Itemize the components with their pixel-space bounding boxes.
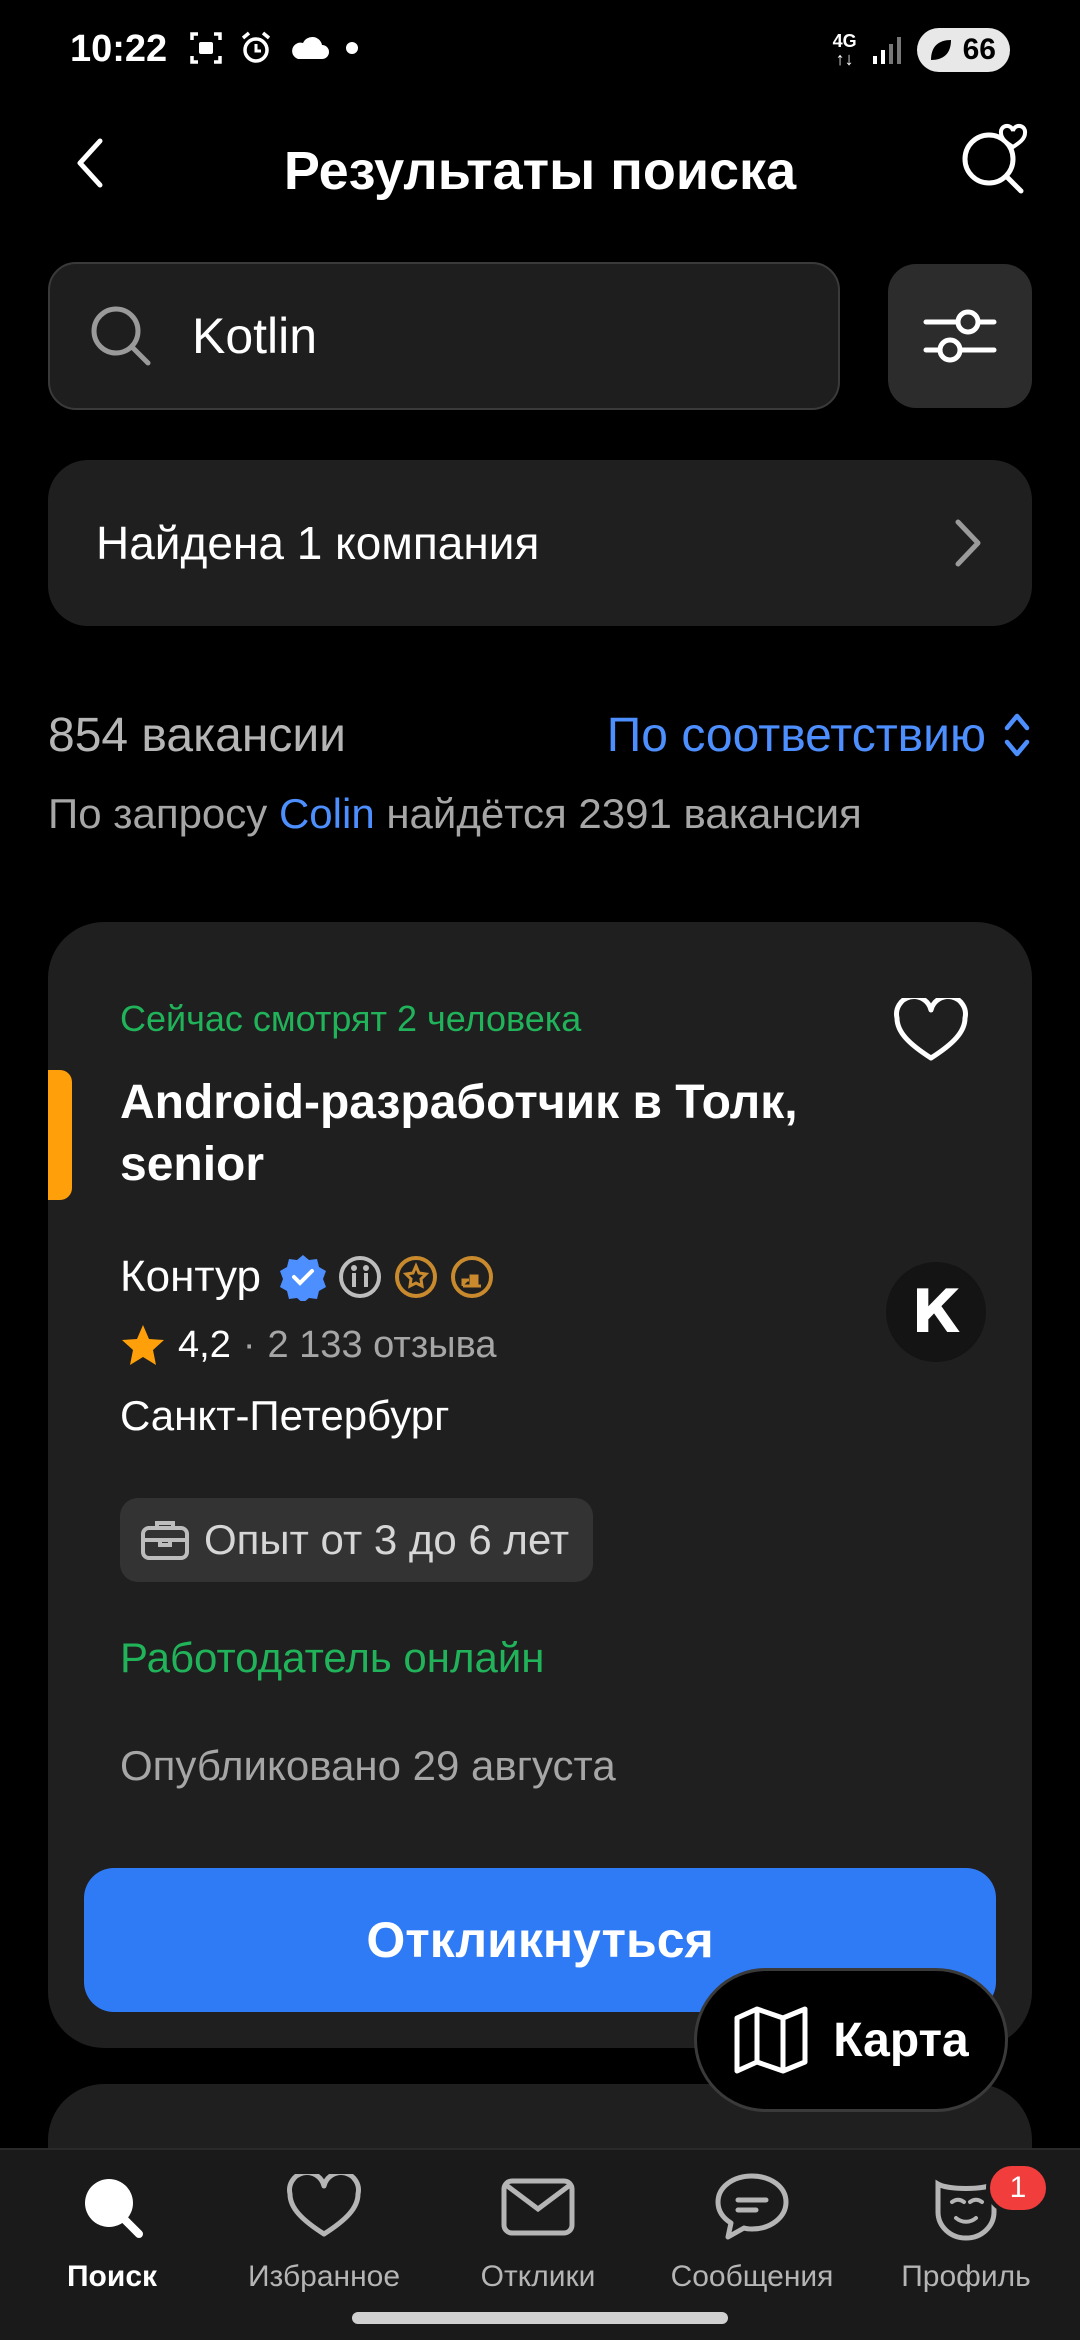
status-notification-icons <box>188 30 360 66</box>
verified-badge-icon <box>280 1255 327 1301</box>
sort-chevrons-icon <box>1004 713 1030 757</box>
vacancy-title[interactable]: Android-разработчик в Толк, senior <box>120 1072 900 1196</box>
query-suggestion: По запросу Colin найдётся 2391 вакансия <box>48 790 862 837</box>
growth-badge-icon <box>451 1256 494 1298</box>
company-name[interactable]: Контур <box>120 1252 261 1302</box>
map-icon <box>734 2006 808 2074</box>
vacancy-count: 854 вакансии <box>48 708 346 762</box>
highlight-stripe <box>48 1070 72 1200</box>
found-companies-label: Найдена 1 компания <box>96 517 540 569</box>
dot-icon <box>346 42 358 54</box>
search-icon <box>85 2179 143 2238</box>
map-label: Карта <box>833 2013 969 2067</box>
briefcase-icon <box>141 1521 189 1560</box>
battery-indicator: 66 <box>916 28 1010 72</box>
home-indicator[interactable] <box>352 2312 728 2324</box>
network-type: 4G ↑↓ <box>832 31 857 69</box>
rating-value: 4,2 <box>178 1323 231 1366</box>
search-icon <box>86 301 166 371</box>
accessibility-badge-icon <box>339 1256 382 1298</box>
star-icon <box>122 1325 164 1365</box>
company-logo: К <box>886 1262 986 1362</box>
app-header: Результаты поиска <box>0 100 1080 230</box>
nav-search[interactable]: Поиск <box>12 2162 212 2312</box>
map-button[interactable]: Карта <box>694 1968 1008 2112</box>
sort-button[interactable]: По соответствию <box>607 708 1032 763</box>
status-time: 10:22 <box>70 28 168 70</box>
sort-label: По соответствию <box>606 708 986 762</box>
nav-favorites[interactable]: Избранное <box>224 2162 424 2312</box>
viewers-count: Сейчас смотрят 2 человека <box>120 998 582 1039</box>
sliders-icon <box>923 309 997 363</box>
chat-icon <box>715 2173 789 2240</box>
envelope-icon <box>501 2178 575 2236</box>
screenshot-icon <box>190 32 222 64</box>
save-search-button[interactable] <box>950 114 1040 204</box>
reviews-count: 2 133 отзыва <box>267 1323 497 1366</box>
alarm-icon <box>241 31 271 63</box>
found-companies-row[interactable]: Найдена 1 компания <box>48 460 1032 626</box>
battery-saver-leaf-icon <box>930 40 951 60</box>
vacancy-card[interactable]: Сейчас смотрят 2 человека Android-разраб… <box>48 922 1032 2048</box>
employer-online-status: Работодатель онлайн <box>120 1634 545 1681</box>
company-rating[interactable]: 4,2 · 2 133 отзыва <box>120 1322 496 1368</box>
award-badge-icon <box>395 1256 438 1298</box>
nav-profile[interactable]: Профиль 1 <box>866 2162 1066 2312</box>
suggested-query-link[interactable]: Colin <box>279 790 375 837</box>
vacancy-city: Санкт-Петербург <box>120 1392 450 1439</box>
profile-notification-badge: 1 <box>986 2162 1050 2214</box>
heart-icon <box>894 998 968 1061</box>
chevron-right-icon <box>955 519 981 567</box>
signal-icon <box>872 37 901 64</box>
search-heart-icon <box>962 123 1028 194</box>
search-input[interactable] <box>192 307 792 365</box>
filters-button[interactable] <box>888 264 1032 408</box>
cloud-icon <box>292 36 329 59</box>
nav-messages[interactable]: Сообщения <box>652 2162 852 2312</box>
experience-label: Опыт от 3 до 6 лет <box>204 1516 570 1563</box>
heart-icon <box>287 2174 361 2237</box>
nav-responses[interactable]: Отклики <box>438 2162 638 2312</box>
status-bar: 10:22 4G ↑↓ 66 <box>0 0 1080 100</box>
favorite-button[interactable] <box>886 986 976 1076</box>
experience-chip: Опыт от 3 до 6 лет <box>120 1498 594 1582</box>
published-date: Опубликовано 29 августа <box>120 1742 616 1789</box>
page-title: Результаты поиска <box>283 141 797 201</box>
search-box[interactable] <box>48 262 840 410</box>
